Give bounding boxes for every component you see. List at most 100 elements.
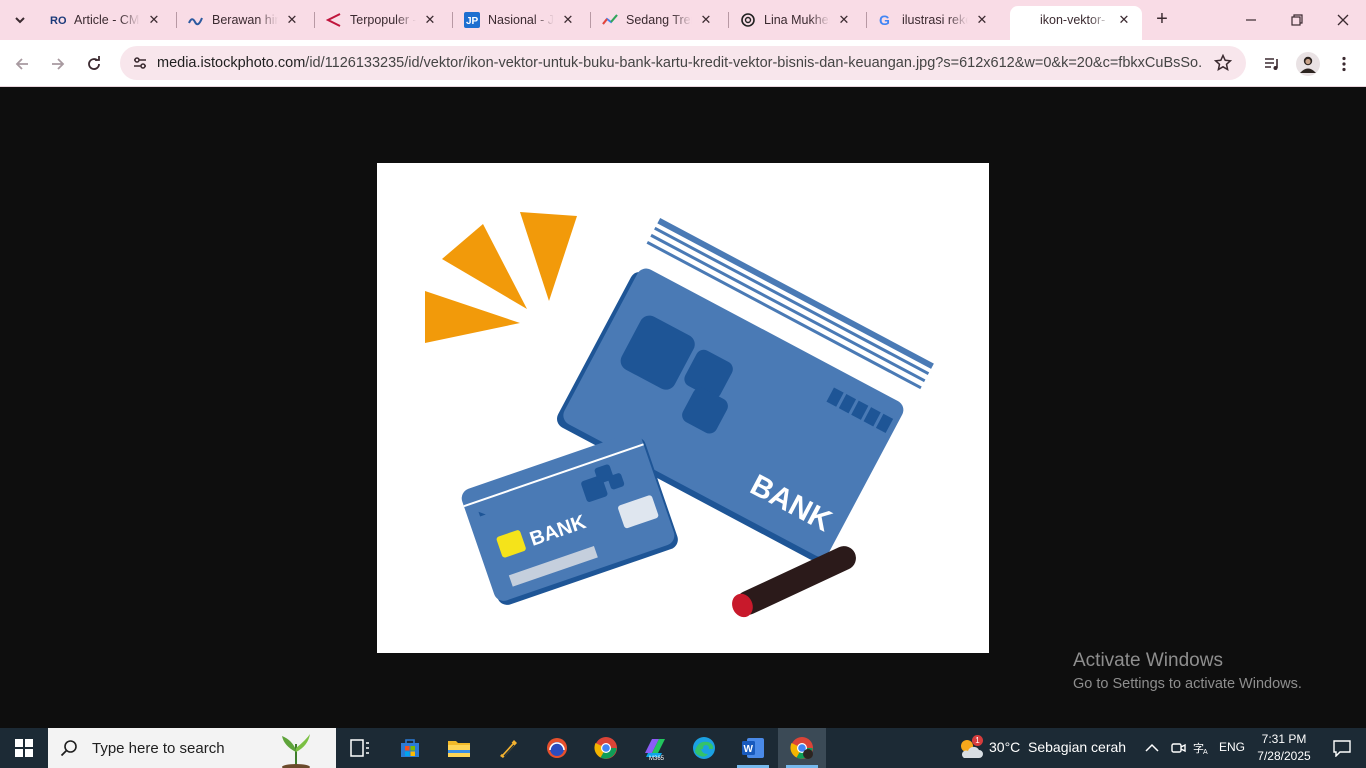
tab-article-cms[interactable]: RO Article - CMS ✕ [38,6,172,34]
bank-card-illustration[interactable]: BANK BANK [377,163,989,653]
tab-search-button[interactable] [6,6,34,34]
chrome-profile-button[interactable] [778,728,826,768]
tab-sedang-tren[interactable]: Sedang Tren ✕ [590,6,724,34]
address-bar[interactable]: media.istockphoto.com/id/1126133235/id/v… [120,46,1246,80]
restore-button[interactable] [1274,0,1320,40]
chrome-icon [594,737,617,759]
profile-button[interactable] [1294,50,1322,78]
close-tab-icon[interactable]: ✕ [422,12,438,28]
search-icon [60,740,77,757]
burst-ray [520,212,577,301]
taskbar-search-box[interactable]: Type here to search [48,728,336,768]
close-icon [1337,14,1349,26]
close-tab-icon[interactable]: ✕ [836,12,852,28]
menu-button[interactable] [1330,50,1358,78]
svg-text:W: W [744,744,754,755]
task-view-icon [350,739,369,757]
url-path: /id/1126133235/id/vektor/ikon-vektor-unt… [305,55,1202,71]
start-button[interactable] [0,728,48,768]
close-tab-icon[interactable]: ✕ [698,12,714,28]
illustration-svg: BANK BANK [425,212,934,618]
tab-nasional[interactable]: JP Nasional - Ja ✕ [452,6,586,34]
tab-title: Berawan hingga [212,13,278,27]
app-pen-button[interactable] [484,728,532,768]
url-text[interactable]: media.istockphoto.com/id/1126133235/id/v… [157,55,1202,71]
close-tab-icon[interactable]: ✕ [560,12,576,28]
close-tab-icon[interactable]: ✕ [974,12,990,28]
chevron-up-icon [1145,743,1159,752]
tab-lina[interactable]: Lina Mukher ✕ [728,6,862,34]
restore-icon [1291,14,1303,26]
new-tab-button[interactable]: + [1150,8,1174,32]
minimize-icon [1246,19,1256,21]
google-icon: G [878,12,894,28]
more-vert-icon [1342,56,1346,72]
weather-widget[interactable]: 1 30°C Sebagian cerah [955,728,1130,768]
site-info-button[interactable] [128,51,152,75]
url-host: media.istockphoto.com [157,55,306,71]
file-explorer-button[interactable] [435,728,483,768]
tab-title: Article - CMS [74,13,140,27]
clock-date: 7/28/2025 [1257,749,1311,763]
trends-icon [602,12,618,28]
forward-button[interactable] [44,50,72,78]
activate-windows-watermark: Activate Windows Go to Settings to activ… [1073,650,1302,692]
arrow-left-icon [15,58,28,70]
close-tab-icon[interactable]: ✕ [146,12,162,28]
close-window-button[interactable] [1320,0,1366,40]
activate-subtitle: Go to Settings to activate Windows. [1073,676,1302,692]
clock-time: 7:31 PM [1261,732,1307,746]
tab-berawan[interactable]: Berawan hingga ✕ [176,6,310,34]
microsoft-store-button[interactable] [386,728,434,768]
tab-title: ilustrasi reke [902,13,968,27]
tab-ilustrasi[interactable]: G ilustrasi reke ✕ [866,6,1000,34]
word-icon: W [742,738,764,758]
clock[interactable]: 7:31 PM 7/28/2025 [1252,730,1316,766]
triangle-logo-icon [326,12,342,28]
activate-title: Activate Windows [1073,650,1223,671]
jp-logo-icon: JP [464,12,480,28]
seal-stamp [732,546,856,618]
chrome-button[interactable] [582,728,630,768]
app-headphone-button[interactable] [533,728,581,768]
language-input-icon: 字A [1193,741,1208,756]
avatar [1296,52,1320,76]
back-button[interactable] [8,50,36,78]
input-indicator-button[interactable]: 字A [1190,728,1214,768]
burst-ray [425,291,520,343]
svg-text:JP: JP [466,16,479,27]
chatgpt-icon [740,12,756,28]
svg-text:M365: M365 [649,756,665,761]
weather-temp: 30°C [989,739,1021,755]
tab-terpopuler[interactable]: Terpopuler - ✕ [314,6,448,34]
meet-now-button[interactable] [1166,728,1190,768]
edge-button[interactable] [680,728,728,768]
notifications-button[interactable] [1318,728,1366,768]
windows-logo-icon [15,739,33,757]
show-hidden-icons-button[interactable] [1140,728,1164,768]
microsoft-365-button[interactable]: M365 [631,728,679,768]
tab-title: ikon-vektor- [1040,13,1106,27]
close-tab-icon[interactable]: ✕ [284,12,300,28]
camera-icon [1171,743,1186,753]
notification-icon [1333,740,1351,757]
tab-ikon-vektor[interactable]: ikon-vektor- ✕ [1010,6,1142,40]
ro-logo-icon: RO [50,12,66,28]
language-indicator[interactable]: ENG [1219,740,1245,754]
news-wave-icon [188,12,204,28]
reload-button[interactable] [80,50,108,78]
close-tab-icon[interactable]: ✕ [1116,12,1132,28]
minimize-button[interactable] [1228,0,1274,40]
svg-text:RO: RO [50,15,66,27]
chevron-down-icon [15,17,25,24]
tab-title: Lina Mukher [764,13,830,27]
tune-icon [134,57,146,69]
bookmark-star-icon[interactable] [1214,54,1232,72]
media-controls-button[interactable] [1258,50,1286,78]
folder-icon [448,741,470,757]
page-viewport: BANK BANK Activate Windows Go to Setting… [0,87,1366,728]
word-button[interactable]: W [729,728,777,768]
credit-card: BANK [461,432,678,605]
task-view-button[interactable] [336,728,384,768]
reload-icon [88,56,100,70]
